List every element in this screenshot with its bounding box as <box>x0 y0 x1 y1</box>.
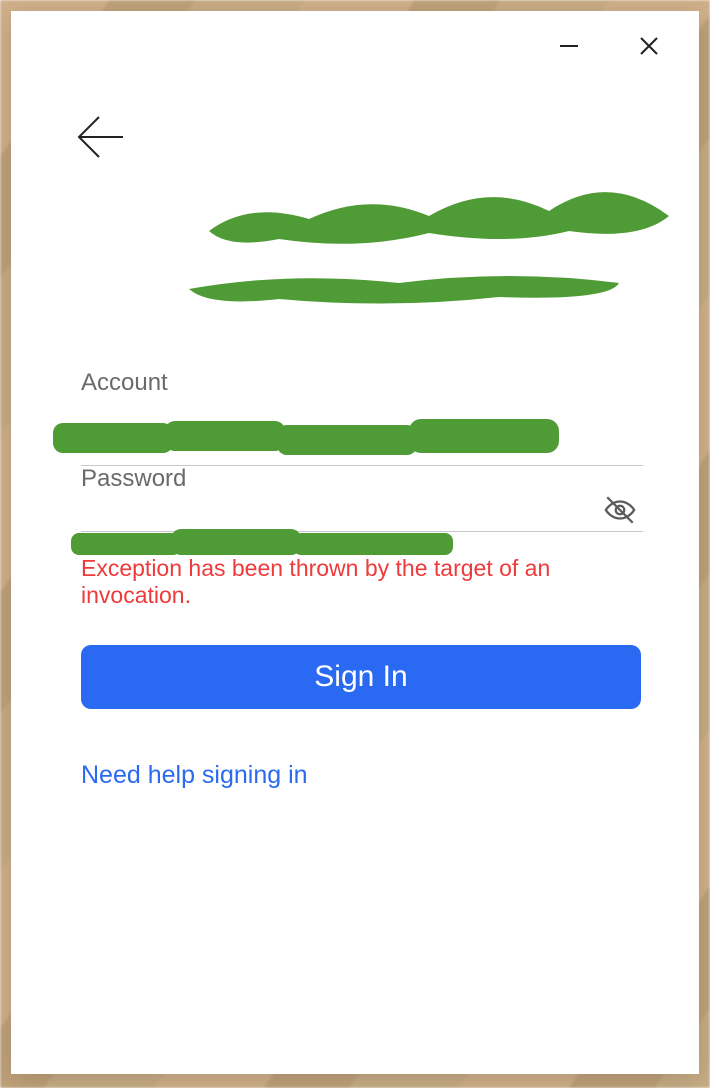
signin-window: Account Password <box>11 11 699 1074</box>
minimize-icon <box>557 34 581 58</box>
signin-form: Account Password <box>81 369 643 790</box>
help-signing-in-link[interactable]: Need help signing in <box>81 761 308 790</box>
account-label: Account <box>81 369 643 397</box>
redaction-heading <box>169 161 689 321</box>
account-field[interactable]: Account <box>81 369 643 397</box>
sign-in-button[interactable]: Sign In <box>81 645 641 709</box>
minimize-button[interactable] <box>549 26 589 66</box>
close-icon <box>637 34 661 58</box>
password-field[interactable]: Password <box>81 465 643 493</box>
window-titlebar <box>549 11 699 71</box>
password-label: Password <box>81 465 643 493</box>
back-arrow-icon <box>73 109 129 165</box>
close-button[interactable] <box>629 26 669 66</box>
redaction-account-value <box>53 415 573 461</box>
back-button[interactable] <box>73 109 129 165</box>
error-message: Exception has been thrown by the target … <box>81 555 643 609</box>
field-underline <box>81 531 643 532</box>
eye-off-icon <box>603 493 637 527</box>
toggle-password-visibility-button[interactable] <box>603 493 637 527</box>
